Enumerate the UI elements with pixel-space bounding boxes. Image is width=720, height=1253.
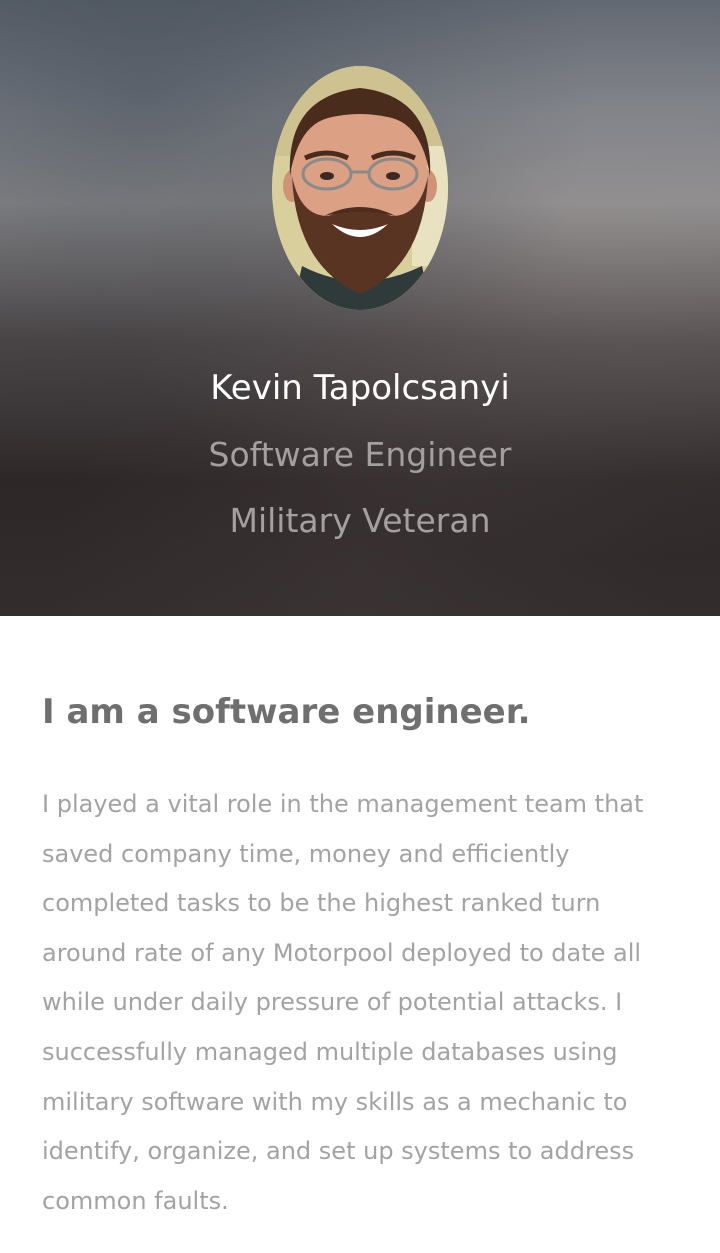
section-heading: I am a software engineer. [42,692,531,732]
profile-name: Kevin Tapolcsanyi [210,368,510,408]
bio-paragraph: I played a vital role in the management … [42,790,644,1215]
profile-title: Software Engineer [208,435,512,474]
profile-subtitle: Military Veteran [229,501,491,540]
profile-header: Kevin Tapolcsanyi Software Engineer Mili… [0,0,720,616]
profile-photo-icon [272,66,448,310]
avatar [272,66,448,310]
